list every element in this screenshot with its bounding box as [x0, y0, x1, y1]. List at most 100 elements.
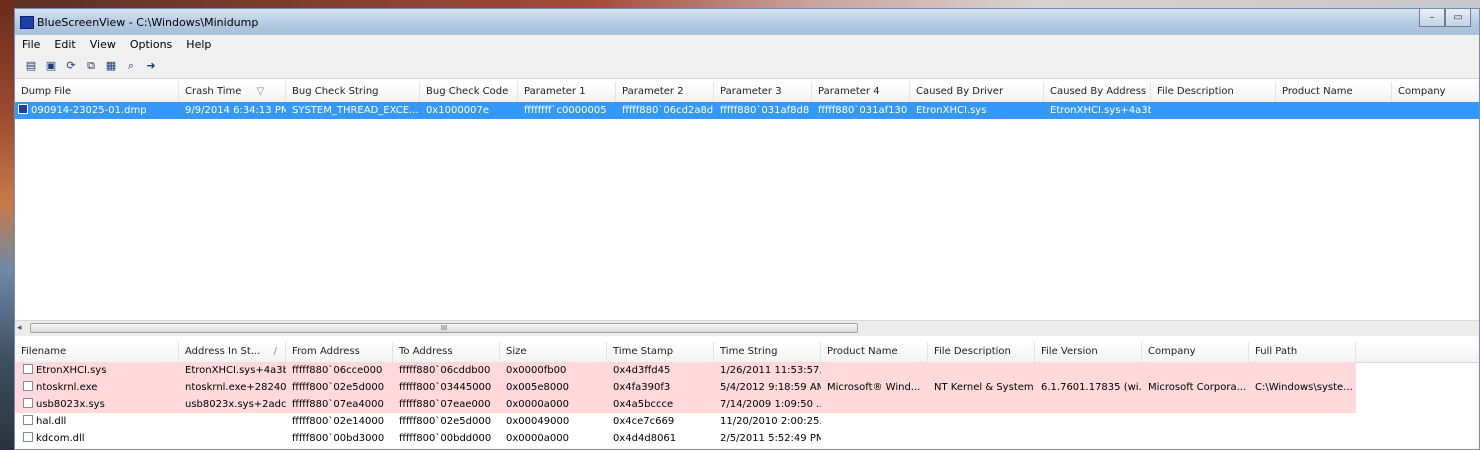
- cell-time-stamp: 0x4fa390f3: [613, 382, 671, 393]
- title-bar[interactable]: BlueScreenView - C:\Windows\Minidump – ▭: [15, 9, 1479, 35]
- cell-size: 0x0000a000: [506, 399, 569, 410]
- col-product-name[interactable]: Product Name: [1276, 82, 1392, 102]
- cell-address-in-stack: [179, 430, 286, 447]
- cell-filename: kdcom.dll: [15, 430, 179, 447]
- cell-crash-time: 9/9/2014 6:34:13 PM: [185, 105, 286, 116]
- cell-file-version: [1035, 430, 1142, 447]
- cell-filename-text: hal.dll: [36, 416, 67, 427]
- menu-help[interactable]: Help: [179, 38, 218, 51]
- col-to-address[interactable]: To Address: [393, 342, 500, 362]
- cell-caused-by-driver: EtronXHCI.sys: [916, 105, 987, 116]
- col-parameter-2[interactable]: Parameter 2: [616, 82, 714, 102]
- app-icon: [20, 16, 34, 29]
- cell-filename: usb8023x.sys: [15, 396, 179, 413]
- table-row[interactable]: kdcom.dll fffff800`00bd3000 fffff800`00bdd…: [15, 430, 1479, 447]
- cell-filename-text: kdcom.dll: [36, 433, 85, 444]
- cell-full-path: C:\Windows\syste...: [1255, 382, 1353, 393]
- col-parameter-1[interactable]: Parameter 1: [518, 82, 616, 102]
- exit-icon[interactable]: ➜: [143, 58, 159, 74]
- refresh-icon[interactable]: ⟳: [63, 58, 79, 74]
- col-full-path[interactable]: Full Path: [1249, 342, 1356, 362]
- col-address-in-stack[interactable]: Address In St... /: [179, 342, 286, 362]
- scroll-left-icon[interactable]: ◂: [17, 321, 22, 336]
- menu-edit[interactable]: Edit: [47, 38, 82, 51]
- col-file-version[interactable]: File Version: [1035, 342, 1142, 362]
- cell-to-address: fffff800`02e5d000: [399, 416, 492, 427]
- table-row[interactable]: EtronXHCI.sys EtronXHCI.sys+4a3b fffff880`…: [15, 362, 1356, 379]
- cell-size: 0x00049000: [506, 416, 570, 427]
- cell-product-name: [821, 430, 928, 447]
- cell-full-path: [1249, 430, 1356, 447]
- html-report-icon[interactable]: ▦: [103, 58, 119, 74]
- horizontal-scrollbar[interactable]: ◂ III: [15, 320, 1479, 336]
- cell-file-version: 6.1.7601.17835 (wi...: [1041, 382, 1142, 393]
- find-icon[interactable]: ⌕: [123, 58, 139, 74]
- minimize-button[interactable]: –: [1419, 9, 1445, 27]
- col-filename[interactable]: Filename: [15, 342, 179, 362]
- col-bug-check-string[interactable]: Bug Check String: [286, 82, 420, 102]
- save-icon[interactable]: ▣: [43, 58, 59, 74]
- cell-parameter-3: fffff880`031af8d8: [720, 105, 810, 116]
- col-bug-check-code[interactable]: Bug Check Code: [420, 82, 518, 102]
- col-time-stamp[interactable]: Time Stamp: [607, 342, 714, 362]
- maximize-button[interactable]: ▭: [1445, 9, 1471, 27]
- col-file-description[interactable]: File Description: [1151, 82, 1276, 102]
- cell-bug-check-code: 0x1000007e: [426, 105, 489, 116]
- scrollbar-thumb[interactable]: III: [30, 323, 858, 333]
- table-row[interactable]: hal.dll fffff800`02e14000 fffff800`02e5d00…: [15, 413, 1479, 430]
- cell-filename: hal.dll: [15, 413, 179, 430]
- cell-from-address: fffff800`02e5d000: [292, 382, 385, 393]
- properties-icon[interactable]: ▤: [23, 58, 39, 74]
- col-parameter-3[interactable]: Parameter 3: [714, 82, 812, 102]
- cell-caused-by-address: EtronXHCI.sys+4a3b: [1050, 105, 1151, 116]
- col-size[interactable]: Size: [500, 342, 607, 362]
- table-row[interactable]: usb8023x.sys usb8023x.sys+2adc fffff880`07…: [15, 396, 1356, 413]
- file-icon: [23, 381, 33, 391]
- cell-filename-text: ntoskrnl.exe: [36, 382, 98, 393]
- cell-filename: ntoskrnl.exe: [15, 379, 179, 396]
- cell-filename: EtronXHCI.sys: [15, 362, 179, 379]
- cell-from-address: fffff880`06cce000: [292, 365, 383, 376]
- menu-file[interactable]: File: [15, 38, 47, 51]
- cell-to-address: fffff800`00bdd000: [399, 433, 492, 444]
- cell-size: 0x005e8000: [506, 382, 569, 393]
- cell-parameter-1: ffffffff`c0000005: [524, 105, 607, 116]
- copy-icon[interactable]: ⧉: [83, 58, 99, 74]
- col-product-name-2[interactable]: Product Name: [821, 342, 928, 362]
- table-row[interactable]: ntoskrnl.exe ntoskrnl.exe+28240 fffff800`0…: [15, 379, 1356, 396]
- col-caused-by-driver[interactable]: Caused By Driver: [910, 82, 1044, 102]
- dump-file-icon: [18, 104, 28, 114]
- cell-address-in-stack: [179, 413, 286, 430]
- col-from-address[interactable]: From Address: [286, 342, 393, 362]
- cell-full-path: [1249, 362, 1356, 379]
- cell-file-version: [1035, 413, 1142, 430]
- cell-from-address: fffff880`07ea4000: [292, 399, 384, 410]
- window-controls: – ▭: [1419, 9, 1471, 28]
- file-icon: [23, 364, 33, 374]
- cell-product-name: [821, 396, 928, 413]
- cell-filename-text: usb8023x.sys: [36, 399, 105, 410]
- col-parameter-4[interactable]: Parameter 4: [812, 82, 910, 102]
- menu-view[interactable]: View: [83, 38, 123, 51]
- cell-size: 0x0000a000: [506, 433, 569, 444]
- cell-file-version: [1035, 362, 1142, 379]
- col-company-2[interactable]: Company: [1142, 342, 1249, 362]
- cell-file-description: [928, 396, 1035, 413]
- cell-time-string: 2/5/2011 5:52:49 PM: [720, 433, 821, 444]
- col-file-description-2[interactable]: File Description: [928, 342, 1035, 362]
- col-time-string[interactable]: Time String: [714, 342, 821, 362]
- app-window: BlueScreenView - C:\Windows\Minidump – ▭…: [14, 8, 1480, 450]
- cell-from-address: fffff800`02e14000: [292, 416, 385, 427]
- cell-time-string: 7/14/2009 1:09:50 ...: [720, 399, 821, 410]
- col-crash-time[interactable]: Crash Time ▽: [179, 82, 286, 102]
- sort-desc-icon: ▽: [256, 86, 265, 97]
- cell-bug-check-string: SYSTEM_THREAD_EXCE...: [292, 105, 419, 116]
- col-dump-file[interactable]: Dump File: [15, 82, 179, 102]
- cell-file-version: [1035, 396, 1142, 413]
- table-row[interactable]: 090914-23025-01.dmp 9/9/2014 6:34:13 PM …: [15, 102, 1479, 119]
- col-company[interactable]: Company: [1392, 82, 1480, 102]
- desktop-background-left: [0, 0, 14, 450]
- menu-options[interactable]: Options: [123, 38, 179, 51]
- menu-bar: File Edit View Options Help: [15, 35, 1479, 53]
- col-caused-by-address[interactable]: Caused By Address: [1044, 82, 1151, 102]
